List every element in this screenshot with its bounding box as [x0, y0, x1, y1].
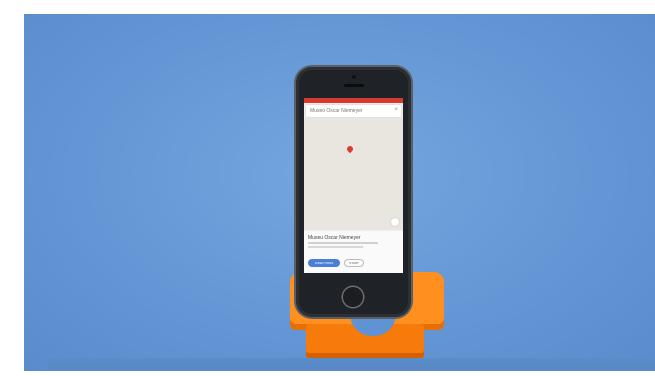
home-button — [343, 287, 363, 307]
map-view — [304, 118, 403, 230]
my-location-icon — [391, 218, 399, 226]
status-bar — [304, 98, 403, 103]
start-button: START — [344, 259, 364, 267]
front-camera — [352, 75, 356, 79]
place-address-line — [308, 242, 378, 244]
search-bar: Museo Oscar Niemeyer × — [306, 105, 401, 117]
close-icon: × — [394, 107, 398, 113]
directions-button: DIRECTIONS — [308, 259, 340, 267]
table-surface — [48, 358, 655, 371]
map-pin-icon — [345, 144, 355, 154]
photo-background: Museo Oscar Niemeyer × Museu Oscar Nieme… — [24, 14, 655, 371]
place-address-line-2 — [308, 246, 363, 248]
place-card: Museu Oscar Niemeyer DIRECTIONS START — [304, 231, 403, 273]
smartphone: Museo Oscar Niemeyer × Museu Oscar Nieme… — [296, 67, 411, 317]
place-title: Museu Oscar Niemeyer — [308, 235, 361, 241]
phone-screen: Museo Oscar Niemeyer × Museu Oscar Nieme… — [304, 98, 403, 273]
search-text: Museo Oscar Niemeyer — [310, 108, 363, 114]
earpiece-speaker — [344, 84, 364, 87]
